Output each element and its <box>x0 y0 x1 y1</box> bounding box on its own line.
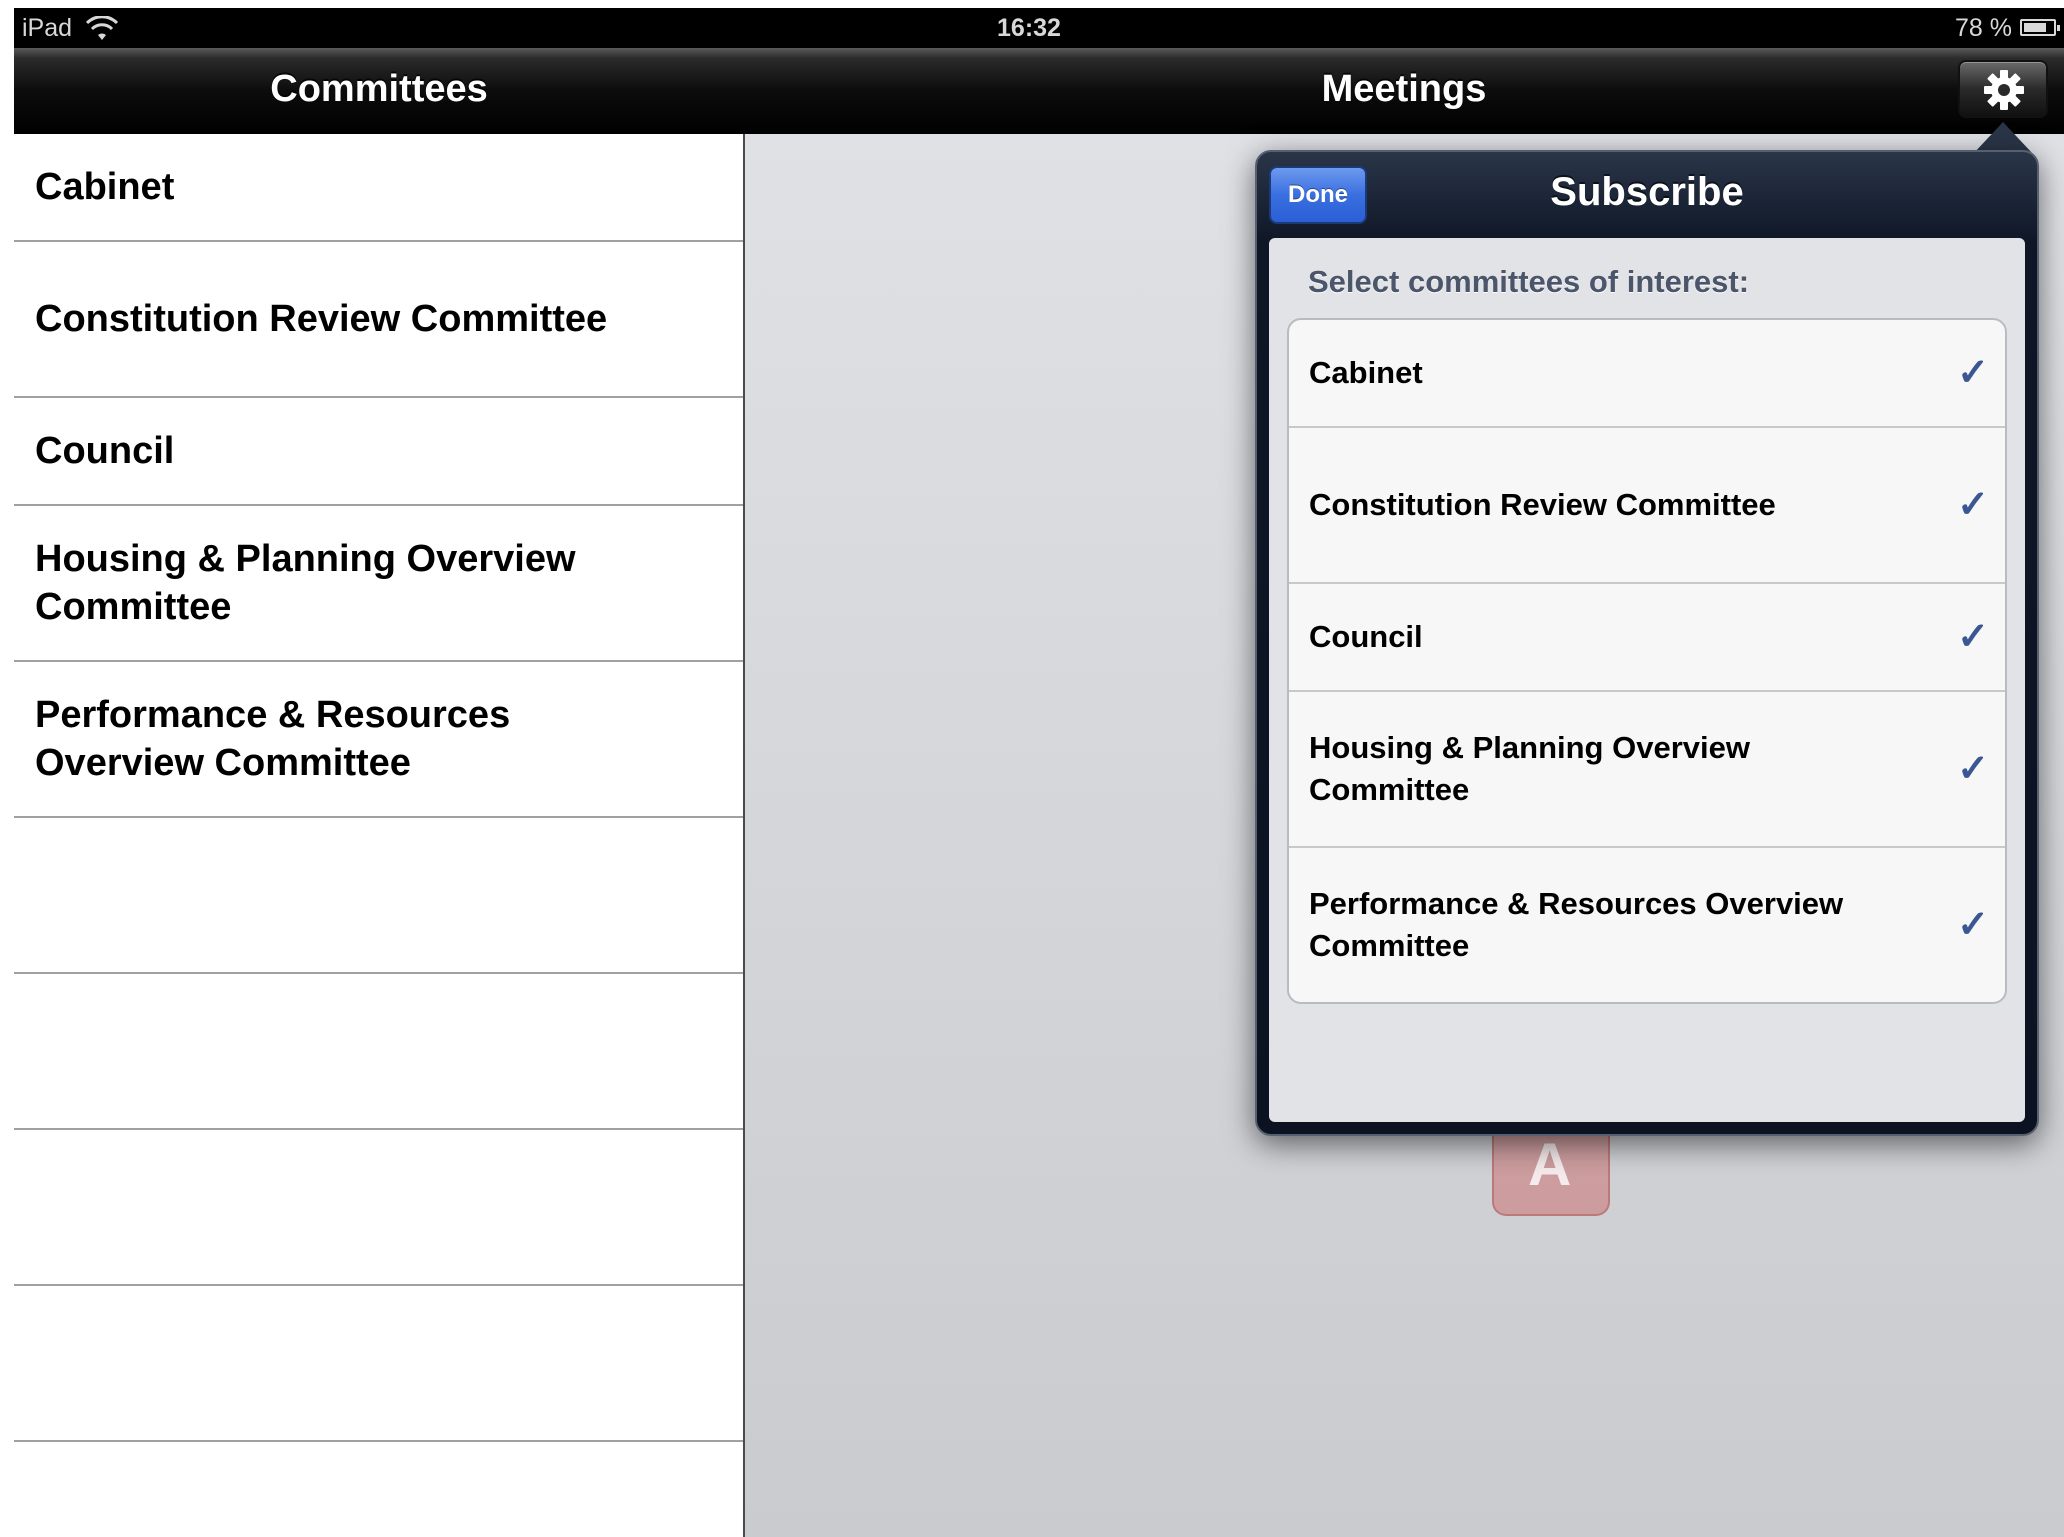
option-label: Council <box>1309 619 1423 654</box>
settings-button[interactable] <box>1958 60 2048 118</box>
option-label: Cabinet <box>1309 355 1423 390</box>
battery-icon <box>2020 19 2060 36</box>
list-item-label: Constitution Review Committee <box>35 298 608 340</box>
list-item[interactable]: Housing & Planning Overview Committee <box>14 506 744 662</box>
option-row[interactable]: Cabinet ✓ <box>1289 320 2005 428</box>
committee-list: Cabinet Constitution Review Committee Co… <box>14 134 744 1537</box>
list-item-label: Council <box>35 430 175 472</box>
status-bar: iPad 16:32 78 % <box>14 8 2064 48</box>
option-row[interactable]: Performance & Resources Overview Committ… <box>1289 848 2005 1002</box>
option-label: Constitution Review Committee <box>1309 487 1776 522</box>
detail-title: Meetings <box>1321 68 1487 110</box>
checkmark-icon: ✓ <box>1957 484 1989 526</box>
option-label: Performance & Resources Overview Committ… <box>1309 886 1844 963</box>
option-row[interactable]: Council ✓ <box>1289 584 2005 692</box>
option-row[interactable]: Constitution Review Committee ✓ <box>1289 428 2005 584</box>
master-title: Committees <box>270 68 488 110</box>
gear-icon <box>1984 70 2024 110</box>
empty-row <box>14 974 744 1130</box>
list-item[interactable]: Performance & Resources Overview Committ… <box>14 662 744 818</box>
section-header: Select committees of interest: <box>1308 264 1750 299</box>
subscribe-popover: Done Subscribe Select committees of inte… <box>1255 150 2039 1136</box>
checkmark-icon: ✓ <box>1957 352 1989 394</box>
list-item-label: Cabinet <box>35 166 175 208</box>
option-label: Housing & Planning Overview Committee <box>1309 730 1750 807</box>
list-item[interactable]: Cabinet <box>14 134 744 242</box>
ipad-screen: iPad 16:32 78 % Committees Meetings Cabi… <box>0 0 2064 1537</box>
master-navbar: Committees <box>14 48 744 134</box>
list-item[interactable]: Constitution Review Committee <box>14 242 744 398</box>
checkmark-icon: ✓ <box>1957 748 1989 790</box>
logo-icon: A <box>1528 1131 1572 1198</box>
option-row[interactable]: Housing & Planning Overview Committee ✓ <box>1289 692 2005 848</box>
list-item-label: Housing & Planning Overview Committee <box>35 538 576 628</box>
battery-percent: 78 % <box>1955 14 2012 42</box>
checkmark-icon: ✓ <box>1957 904 1989 946</box>
popover-content: Select committees of interest: Cabinet ✓… <box>1269 238 2025 1122</box>
empty-row <box>14 1286 744 1442</box>
list-item-label: Performance & Resources Overview Committ… <box>35 694 511 784</box>
detail-navbar: Meetings <box>744 48 2064 134</box>
list-item[interactable]: Council <box>14 398 744 506</box>
committee-options: Cabinet ✓ Constitution Review Committee … <box>1287 318 2007 1004</box>
clock: 16:32 <box>997 14 1061 42</box>
popover-title: Subscribe <box>1550 170 1744 214</box>
empty-row <box>14 1130 744 1286</box>
checkmark-icon: ✓ <box>1957 616 1989 658</box>
empty-row <box>14 818 744 974</box>
